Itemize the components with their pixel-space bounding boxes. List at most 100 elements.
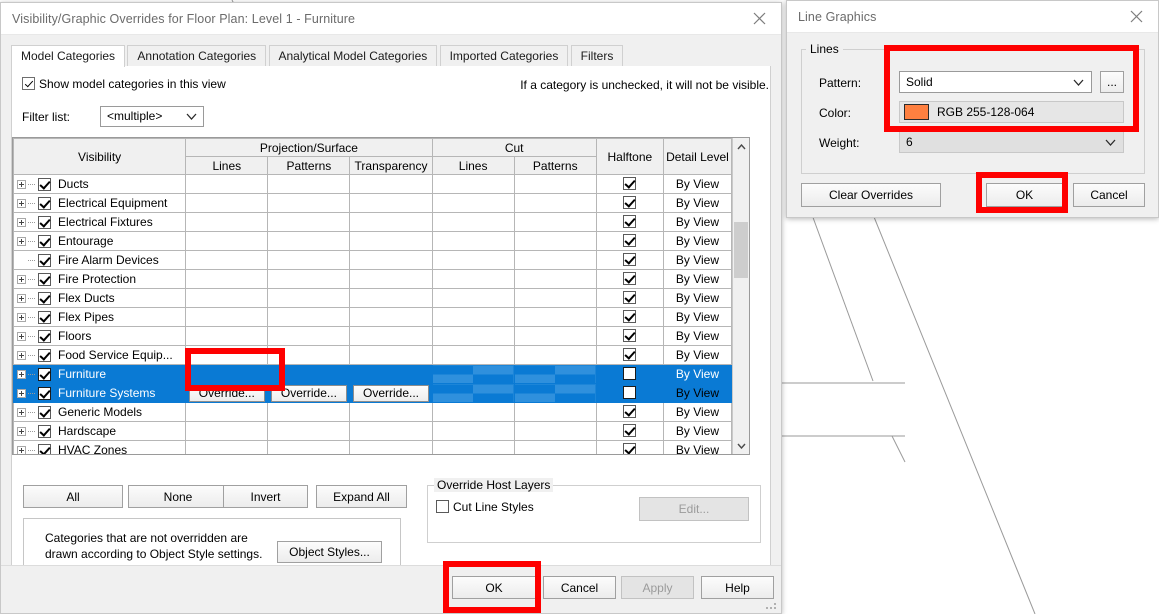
- cell-visibility[interactable]: Furniture: [13, 364, 187, 384]
- cell-projection-patterns[interactable]: [267, 174, 351, 194]
- cell-halftone[interactable]: [595, 250, 664, 270]
- cell-cut-patterns[interactable]: [513, 421, 597, 441]
- cell-halftone[interactable]: [595, 174, 664, 194]
- show-model-categories-checkbox[interactable]: Show model categories in this view: [22, 77, 226, 91]
- cell-projection-transparency[interactable]: [349, 364, 433, 384]
- cell-halftone[interactable]: [595, 421, 664, 441]
- cell-visibility[interactable]: Hardscape: [13, 421, 187, 441]
- col-visibility[interactable]: Visibility: [13, 138, 187, 175]
- cell-projection-transparency[interactable]: [349, 269, 433, 289]
- cell-halftone[interactable]: [595, 288, 664, 308]
- invert-button[interactable]: Invert: [223, 485, 308, 508]
- cell-cut-patterns[interactable]: [513, 383, 597, 403]
- cell-halftone[interactable]: [595, 345, 664, 365]
- scroll-down-icon[interactable]: [733, 437, 749, 454]
- cell-detail-level[interactable]: By View: [662, 402, 733, 422]
- halftone-checkbox[interactable]: [623, 253, 637, 266]
- table-row[interactable]: Flex Ducts By View: [13, 288, 733, 308]
- color-picker-field[interactable]: RGB 255-128-064: [899, 101, 1124, 123]
- col-proj-patterns[interactable]: Patterns: [267, 156, 351, 175]
- lg-cancel-button[interactable]: Cancel: [1073, 183, 1145, 207]
- lg-ok-button[interactable]: OK: [986, 183, 1063, 207]
- expand-toggle-icon[interactable]: [17, 388, 26, 398]
- cell-projection-patterns[interactable]: [267, 269, 351, 289]
- halftone-checkbox[interactable]: [623, 405, 637, 418]
- cell-projection-transparency[interactable]: [349, 345, 433, 365]
- override-button[interactable]: Override...: [352, 384, 430, 402]
- pattern-dropdown[interactable]: Solid: [899, 71, 1092, 93]
- cell-visibility[interactable]: Electrical Fixtures: [13, 212, 187, 232]
- cell-projection-patterns[interactable]: [267, 250, 351, 270]
- expand-toggle-icon[interactable]: [17, 179, 26, 189]
- cell-detail-level[interactable]: By View: [662, 440, 733, 454]
- cell-halftone[interactable]: [595, 231, 664, 251]
- cell-cut-patterns[interactable]: [513, 174, 597, 194]
- halftone-checkbox[interactable]: [623, 234, 637, 247]
- close-icon[interactable]: [737, 3, 781, 34]
- cell-projection-lines[interactable]: [185, 402, 269, 422]
- visibility-checkbox[interactable]: [38, 272, 51, 286]
- cell-cut-patterns[interactable]: [513, 288, 597, 308]
- cell-projection-patterns[interactable]: [267, 364, 351, 384]
- cell-halftone[interactable]: [595, 402, 664, 422]
- cell-detail-level[interactable]: By View: [662, 326, 733, 346]
- cell-projection-lines[interactable]: [185, 326, 269, 346]
- table-row[interactable]: Floors By View: [13, 326, 733, 346]
- visibility-checkbox[interactable]: [38, 291, 51, 305]
- cell-cut-patterns[interactable]: [513, 440, 597, 454]
- cell-halftone[interactable]: [595, 212, 664, 232]
- cell-projection-transparency[interactable]: [349, 307, 433, 327]
- cell-cut-lines[interactable]: [431, 193, 515, 213]
- col-detail-level[interactable]: Detail Level: [662, 138, 733, 175]
- visibility-checkbox[interactable]: [38, 215, 51, 229]
- cell-cut-lines[interactable]: [431, 269, 515, 289]
- cell-projection-lines[interactable]: [185, 231, 269, 251]
- cell-projection-patterns[interactable]: [267, 440, 351, 454]
- tab-model-categories[interactable]: Model Categories: [11, 45, 126, 67]
- cell-cut-lines[interactable]: [431, 440, 515, 454]
- cell-halftone[interactable]: [595, 307, 664, 327]
- weight-dropdown[interactable]: 6: [899, 131, 1124, 153]
- table-row[interactable]: Ducts By View: [13, 174, 733, 194]
- visibility-checkbox[interactable]: [38, 405, 51, 419]
- expand-toggle-icon[interactable]: [17, 312, 26, 322]
- cell-projection-patterns[interactable]: [267, 402, 351, 422]
- grid-vertical-scrollbar[interactable]: [732, 138, 749, 454]
- visibility-checkbox[interactable]: [38, 234, 51, 248]
- table-row[interactable]: Generic Models By View: [13, 402, 733, 422]
- table-row[interactable]: Fire Alarm Devices By View: [13, 250, 733, 270]
- cell-visibility[interactable]: HVAC Zones: [13, 440, 187, 454]
- cell-projection-transparency[interactable]: [349, 288, 433, 308]
- cell-visibility[interactable]: Furniture Systems: [13, 383, 187, 403]
- cell-cut-lines[interactable]: [431, 231, 515, 251]
- col-proj-lines[interactable]: Lines: [185, 156, 269, 175]
- cell-projection-lines[interactable]: [185, 269, 269, 289]
- cell-halftone[interactable]: [595, 440, 664, 454]
- table-row[interactable]: Electrical Fixtures By View: [13, 212, 733, 232]
- cell-projection-transparency[interactable]: [349, 250, 433, 270]
- visibility-checkbox[interactable]: [38, 177, 51, 191]
- clear-overrides-button[interactable]: Clear Overrides: [801, 183, 941, 207]
- halftone-checkbox[interactable]: [623, 196, 637, 209]
- visibility-checkbox[interactable]: [38, 196, 51, 210]
- col-proj-transparency[interactable]: Transparency: [349, 156, 433, 175]
- cell-cut-lines[interactable]: [431, 212, 515, 232]
- cell-cut-lines[interactable]: [431, 402, 515, 422]
- cell-cut-patterns[interactable]: [513, 250, 597, 270]
- cell-cut-patterns[interactable]: [513, 231, 597, 251]
- expand-toggle-icon[interactable]: [17, 293, 26, 303]
- halftone-checkbox[interactable]: [623, 272, 637, 285]
- cut-line-styles-checkbox[interactable]: Cut Line Styles: [436, 500, 534, 514]
- cell-projection-lines[interactable]: [185, 421, 269, 441]
- visibility-checkbox[interactable]: [38, 443, 51, 454]
- grid-scrollbar-thumb[interactable]: [734, 222, 748, 278]
- cell-cut-lines[interactable]: [431, 307, 515, 327]
- cell-halftone[interactable]: [595, 364, 664, 384]
- cell-visibility[interactable]: Generic Models: [13, 402, 187, 422]
- override-button[interactable]: Override...: [270, 384, 348, 402]
- table-row[interactable]: Hardscape By View: [13, 421, 733, 441]
- cell-cut-patterns[interactable]: [513, 364, 597, 384]
- object-styles-button[interactable]: Object Styles...: [277, 541, 382, 563]
- all-button[interactable]: All: [23, 485, 123, 508]
- cell-cut-patterns[interactable]: [513, 269, 597, 289]
